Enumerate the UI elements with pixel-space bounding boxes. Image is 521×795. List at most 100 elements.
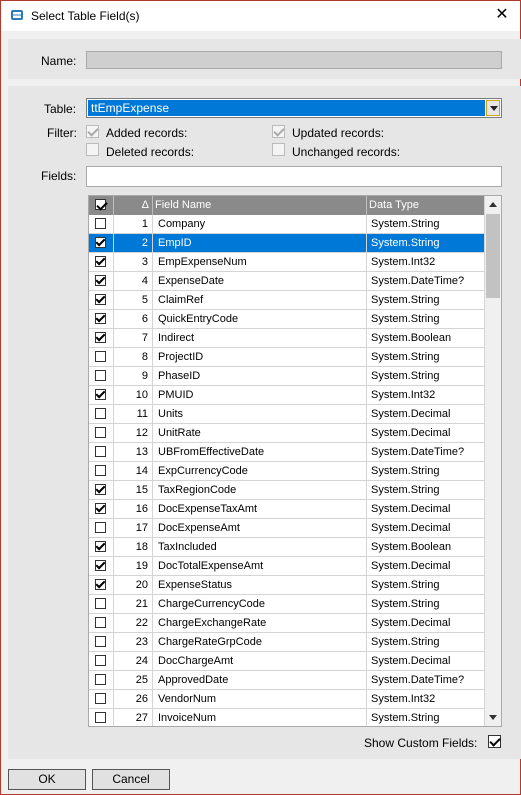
row-field-name[interactable]: TaxIncluded — [153, 538, 367, 556]
row-checkbox[interactable] — [95, 712, 106, 723]
row-checkbox[interactable] — [95, 541, 106, 552]
deleted-records-checkbox[interactable] — [86, 143, 99, 156]
updated-records-checkbox[interactable] — [272, 125, 285, 138]
row-checkbox-cell[interactable] — [89, 633, 114, 651]
row-checkbox-cell[interactable] — [89, 614, 114, 632]
table-row[interactable]: 14 ExpCurrencyCode System.String — [89, 462, 485, 481]
row-field-name[interactable]: ProjectID — [153, 348, 367, 366]
row-checkbox-cell[interactable] — [89, 652, 114, 670]
row-checkbox[interactable] — [95, 579, 106, 590]
name-field[interactable] — [86, 51, 502, 69]
row-checkbox-cell[interactable] — [89, 709, 114, 726]
vertical-scrollbar[interactable] — [484, 196, 501, 726]
row-field-name[interactable]: EmpExpenseNum — [153, 253, 367, 271]
row-checkbox-cell[interactable] — [89, 310, 114, 328]
row-field-name[interactable]: EmpID — [153, 234, 367, 252]
row-checkbox-cell[interactable] — [89, 671, 114, 689]
row-checkbox[interactable] — [95, 427, 106, 438]
table-row[interactable]: 1 Company System.String — [89, 215, 485, 234]
row-field-name[interactable]: ExpCurrencyCode — [153, 462, 367, 480]
row-checkbox[interactable] — [95, 655, 106, 666]
row-checkbox-cell[interactable] — [89, 481, 114, 499]
row-checkbox[interactable] — [95, 389, 106, 400]
row-field-name[interactable]: ExpenseStatus — [153, 576, 367, 594]
table-row[interactable]: 5 ClaimRef System.String — [89, 291, 485, 310]
table-row[interactable]: 17 DocExpenseAmt System.Decimal — [89, 519, 485, 538]
row-checkbox[interactable] — [95, 218, 106, 229]
close-icon[interactable]: ✕ — [494, 7, 510, 23]
table-row[interactable]: 11 Units System.Decimal — [89, 405, 485, 424]
table-row[interactable]: 25 ApprovedDate System.DateTime? — [89, 671, 485, 690]
table-row[interactable]: 7 Indirect System.Boolean — [89, 329, 485, 348]
row-checkbox[interactable] — [95, 313, 106, 324]
select-all-checkbox[interactable] — [95, 199, 106, 210]
row-checkbox[interactable] — [95, 674, 106, 685]
row-field-name[interactable]: Company — [153, 215, 367, 233]
row-checkbox[interactable] — [95, 256, 106, 267]
table-row[interactable]: 8 ProjectID System.String — [89, 348, 485, 367]
table-row[interactable]: 26 VendorNum System.Int32 — [89, 690, 485, 709]
row-checkbox-cell[interactable] — [89, 386, 114, 404]
cancel-button[interactable]: Cancel — [92, 769, 170, 790]
row-checkbox[interactable] — [95, 275, 106, 286]
row-field-name[interactable]: ChargeRateGrpCode — [153, 633, 367, 651]
row-field-name[interactable]: ApprovedDate — [153, 671, 367, 689]
row-checkbox[interactable] — [95, 408, 106, 419]
row-checkbox[interactable] — [95, 636, 106, 647]
row-field-name[interactable]: UnitRate — [153, 424, 367, 442]
row-checkbox-cell[interactable] — [89, 348, 114, 366]
header-number-column[interactable]: Δ — [114, 196, 153, 215]
row-field-name[interactable]: DocExpenseTaxAmt — [153, 500, 367, 518]
row-checkbox[interactable] — [95, 522, 106, 533]
table-row[interactable]: 27 InvoiceNum System.String — [89, 709, 485, 726]
table-row[interactable]: 21 ChargeCurrencyCode System.String — [89, 595, 485, 614]
scroll-down-icon[interactable] — [485, 709, 501, 726]
row-checkbox-cell[interactable] — [89, 272, 114, 290]
header-checkbox-cell[interactable] — [89, 196, 114, 215]
header-field-name[interactable]: Field Name — [153, 196, 367, 215]
row-checkbox[interactable] — [95, 370, 106, 381]
row-checkbox-cell[interactable] — [89, 253, 114, 271]
row-field-name[interactable]: ClaimRef — [153, 291, 367, 309]
row-checkbox-cell[interactable] — [89, 367, 114, 385]
row-checkbox-cell[interactable] — [89, 329, 114, 347]
chevron-down-icon[interactable] — [486, 100, 500, 116]
row-checkbox-cell[interactable] — [89, 215, 114, 233]
row-field-name[interactable]: ChargeCurrencyCode — [153, 595, 367, 613]
table-row[interactable]: 10 PMUID System.Int32 — [89, 386, 485, 405]
row-checkbox-cell[interactable] — [89, 443, 114, 461]
added-records-checkbox[interactable] — [86, 125, 99, 138]
row-checkbox-cell[interactable] — [89, 291, 114, 309]
table-row[interactable]: 15 TaxRegionCode System.String — [89, 481, 485, 500]
row-checkbox-cell[interactable] — [89, 576, 114, 594]
row-field-name[interactable]: DocChargeAmt — [153, 652, 367, 670]
row-checkbox-cell[interactable] — [89, 595, 114, 613]
row-checkbox-cell[interactable] — [89, 557, 114, 575]
row-checkbox-cell[interactable] — [89, 500, 114, 518]
table-row[interactable]: 6 QuickEntryCode System.String — [89, 310, 485, 329]
row-checkbox-cell[interactable] — [89, 690, 114, 708]
row-checkbox[interactable] — [95, 351, 106, 362]
unchanged-records-checkbox[interactable] — [272, 143, 285, 156]
row-field-name[interactable]: PhaseID — [153, 367, 367, 385]
table-row[interactable]: 16 DocExpenseTaxAmt System.Decimal — [89, 500, 485, 519]
table-row[interactable]: 4 ExpenseDate System.DateTime? — [89, 272, 485, 291]
row-field-name[interactable]: UBFromEffectiveDate — [153, 443, 367, 461]
scroll-up-icon[interactable] — [485, 196, 501, 213]
table-row[interactable]: 3 EmpExpenseNum System.Int32 — [89, 253, 485, 272]
table-row[interactable]: 9 PhaseID System.String — [89, 367, 485, 386]
row-field-name[interactable]: ChargeExchangeRate — [153, 614, 367, 632]
table-row[interactable]: 13 UBFromEffectiveDate System.DateTime? — [89, 443, 485, 462]
row-checkbox[interactable] — [95, 237, 106, 248]
table-row[interactable]: 19 DocTotalExpenseAmt System.Decimal — [89, 557, 485, 576]
row-checkbox-cell[interactable] — [89, 462, 114, 480]
row-field-name[interactable]: DocTotalExpenseAmt — [153, 557, 367, 575]
table-row[interactable]: 22 ChargeExchangeRate System.Decimal — [89, 614, 485, 633]
row-field-name[interactable]: PMUID — [153, 386, 367, 404]
row-checkbox[interactable] — [95, 484, 106, 495]
row-field-name[interactable]: VendorNum — [153, 690, 367, 708]
row-checkbox[interactable] — [95, 294, 106, 305]
table-row[interactable]: 20 ExpenseStatus System.String — [89, 576, 485, 595]
row-checkbox[interactable] — [95, 617, 106, 628]
row-checkbox-cell[interactable] — [89, 405, 114, 423]
